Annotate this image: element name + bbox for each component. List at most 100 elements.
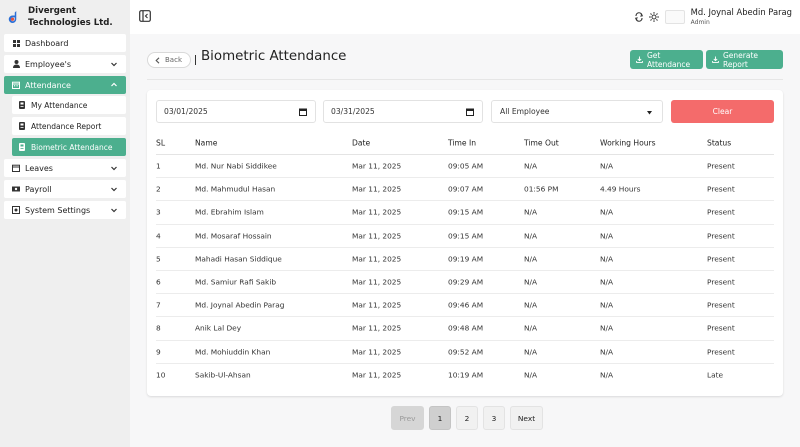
get-attendance-button[interactable]: Get Attendance xyxy=(630,50,703,69)
avatar[interactable] xyxy=(664,10,685,24)
column-header: Time In xyxy=(448,138,477,147)
start-date-value: 03/01/2025 xyxy=(164,107,208,116)
cell-status: Present xyxy=(707,277,735,287)
sidebar-subitem-label: Attendance Report xyxy=(31,121,102,131)
cell-time-out: N/A xyxy=(524,161,538,171)
cell-status: Present xyxy=(707,254,735,264)
table-row[interactable]: 1 Md. Nur Nabi Siddikee Mar 11, 2025 09:… xyxy=(156,155,774,179)
sidebar-subitem-label: Biometric Attendance xyxy=(31,142,113,152)
sidebar-item-payroll[interactable]: Payroll xyxy=(4,180,126,198)
user-name: Md. Joynal Abedin Parag xyxy=(690,7,792,17)
column-header: SL xyxy=(156,138,166,147)
column-header: Name xyxy=(195,138,218,147)
table-row[interactable]: 9 Md. Mohiuddin Khan Mar 11, 2025 09:52 … xyxy=(156,341,774,364)
caret-down-icon xyxy=(647,111,652,115)
cell-sl: 3 xyxy=(156,207,161,217)
cell-name: Anik Lal Dey xyxy=(195,323,242,333)
cell-time-in: 09:29 AM xyxy=(448,277,484,287)
end-date-input[interactable]: 03/31/2025 xyxy=(323,100,483,123)
start-date-input[interactable]: 03/01/2025 xyxy=(156,100,316,123)
calendar-icon[interactable] xyxy=(299,108,307,116)
cell-date: Mar 11, 2025 xyxy=(352,300,402,310)
cell-working-hours: N/A xyxy=(600,207,614,217)
employee-select-value: All Employee xyxy=(500,107,550,116)
prev-page-button[interactable]: Prev xyxy=(391,406,424,430)
table-row[interactable]: 6 Md. Samiur Rafi Sakib Mar 11, 2025 09:… xyxy=(156,271,774,295)
page-button-1[interactable]: 1 xyxy=(429,406,451,430)
cell-working-hours: N/A xyxy=(600,254,614,264)
sun-icon[interactable] xyxy=(648,12,659,22)
sidebar-item-dashboard[interactable]: Dashboard xyxy=(4,34,126,52)
page-button-3[interactable]: 3 xyxy=(483,406,505,430)
cell-sl: 9 xyxy=(156,347,161,357)
table-row[interactable]: 2 Md. Mahmudul Hasan Mar 11, 2025 09:07 … xyxy=(156,178,774,202)
sidebar-item-leaves[interactable]: Leaves xyxy=(4,159,126,177)
table-row[interactable]: 8 Anik Lal Dey Mar 11, 2025 09:48 AM N/A… xyxy=(156,317,774,341)
clear-button[interactable]: Clear xyxy=(671,100,774,123)
sidebar-item-attendance[interactable]: Attendance xyxy=(4,76,126,94)
cell-status: Present xyxy=(707,184,735,194)
id-badge-icon xyxy=(19,101,26,109)
cell-sl: 6 xyxy=(156,277,161,287)
cell-time-out: N/A xyxy=(524,277,538,287)
cell-time-out: N/A xyxy=(524,254,538,264)
table-row[interactable]: 4 Md. Mosaraf Hossain Mar 11, 2025 09:15… xyxy=(156,225,774,248)
refresh-icon[interactable] xyxy=(634,12,644,22)
calendar-icon xyxy=(12,164,20,172)
get-attendance-label: Get Attendance xyxy=(647,50,691,69)
cell-working-hours: 4.49 Hours xyxy=(600,184,641,194)
column-header: Status xyxy=(707,138,732,147)
download-icon xyxy=(712,56,719,63)
table-row[interactable]: 10 Sakib-Ul-Ahsan Mar 11, 2025 10:19 AM … xyxy=(156,364,774,387)
cell-working-hours: N/A xyxy=(600,300,614,310)
page-title: Biometric Attendance xyxy=(201,49,347,64)
table-row[interactable]: 5 Mahadi Hasan Siddique Mar 11, 2025 09:… xyxy=(156,248,774,271)
column-header: Working Hours xyxy=(600,138,656,147)
sidebar-item-label: Attendance xyxy=(25,80,71,90)
sidebar-subitem-attendance-report[interactable]: Attendance Report xyxy=(12,117,126,135)
page-header: Back Biometric Attendance Get Attendance… xyxy=(147,49,783,70)
sidebar-collapse-icon[interactable] xyxy=(139,10,151,22)
cell-time-in: 09:15 AM xyxy=(448,231,484,241)
user-info[interactable]: Md. Joynal Abedin Parag Admin xyxy=(691,7,792,27)
column-header: Date xyxy=(352,138,371,147)
id-badge-icon xyxy=(19,143,26,151)
cell-time-out: N/A xyxy=(524,347,538,357)
sidebar: Divergent Technologies Ltd. Dashboard Em… xyxy=(0,0,130,447)
chevron-up-icon xyxy=(111,82,117,87)
grid-icon xyxy=(12,39,20,47)
sidebar-item-employees[interactable]: Employee's xyxy=(4,55,126,73)
id-badge-icon xyxy=(19,122,26,130)
brand: Divergent Technologies Ltd. xyxy=(0,0,130,34)
cell-name: Md. Mohiuddin Khan xyxy=(195,347,271,357)
topbar-user-area: Md. Joynal Abedin Parag Admin xyxy=(629,5,792,29)
table-row[interactable]: 3 Md. Ebrahim Islam Mar 11, 2025 09:15 A… xyxy=(156,201,774,225)
calendar-icon[interactable] xyxy=(466,108,474,116)
cell-working-hours: N/A xyxy=(600,161,614,171)
sidebar-subitem-biometric-attendance[interactable]: Biometric Attendance xyxy=(12,138,126,156)
cell-name: Md. Joynal Abedin Parag xyxy=(195,300,285,310)
cell-sl: 7 xyxy=(156,300,161,310)
table-row[interactable]: 7 Md. Joynal Abedin Parag Mar 11, 2025 0… xyxy=(156,294,774,318)
sidebar-subitem-my-attendance[interactable]: My Attendance xyxy=(12,96,126,114)
cell-name: Md. Ebrahim Islam xyxy=(195,207,264,217)
next-page-button[interactable]: Next xyxy=(510,406,543,430)
employee-select[interactable]: All Employee xyxy=(491,100,663,123)
page-button-2[interactable]: 2 xyxy=(456,406,478,430)
cell-sl: 10 xyxy=(156,370,166,380)
cell-working-hours: N/A xyxy=(600,231,614,241)
cell-working-hours: N/A xyxy=(600,323,614,333)
chevron-down-icon xyxy=(111,166,117,171)
cell-time-in: 09:52 AM xyxy=(448,347,484,357)
cell-time-in: 09:48 AM xyxy=(448,323,484,333)
generate-report-button[interactable]: Generate Report xyxy=(706,50,783,69)
cell-time-in: 09:05 AM xyxy=(448,161,484,171)
cell-status: Present xyxy=(707,161,735,171)
end-date-value: 03/31/2025 xyxy=(331,107,375,116)
cell-time-in: 09:46 AM xyxy=(448,300,484,310)
cell-date: Mar 11, 2025 xyxy=(352,370,402,380)
generate-report-label: Generate Report xyxy=(723,50,759,69)
attendance-table: SL Name Date Time In Time Out Working Ho… xyxy=(156,131,774,387)
back-button[interactable]: Back xyxy=(147,52,191,68)
sidebar-item-system-settings[interactable]: System Settings xyxy=(4,201,126,219)
